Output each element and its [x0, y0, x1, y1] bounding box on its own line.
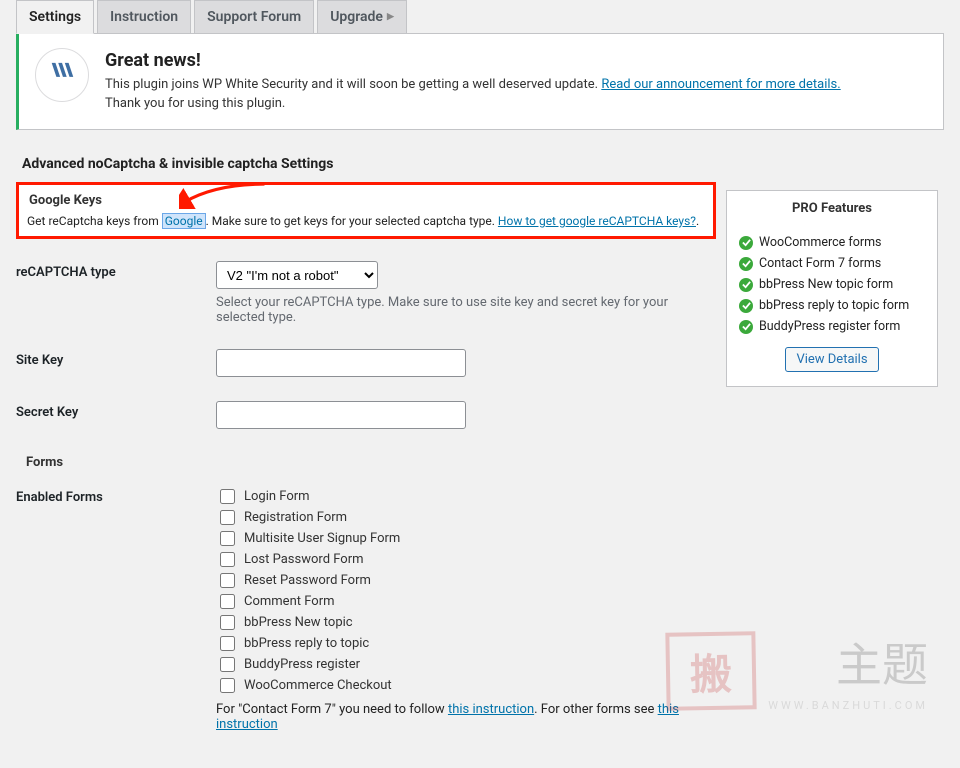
tab-upgrade[interactable]: Upgrade ▶ [317, 0, 407, 34]
check-icon [739, 236, 753, 250]
google-link[interactable]: Google [162, 213, 206, 229]
tab-support-forum[interactable]: Support Forum [194, 0, 314, 34]
enabled-form-checkbox[interactable] [220, 531, 235, 546]
banner-heading: Great news! [105, 50, 841, 71]
announcement-banner: Great news! This plugin joins WP White S… [16, 34, 944, 130]
enabled-form-checkbox[interactable] [220, 678, 235, 693]
site-key-label: Site Key [16, 337, 216, 389]
page-title: Advanced noCaptcha & invisible captcha S… [22, 156, 944, 172]
enabled-form-label: WooCommerce Checkout [244, 677, 392, 695]
tab-settings[interactable]: Settings [16, 0, 94, 34]
check-icon [739, 299, 753, 313]
enabled-form-label: Lost Password Form [244, 551, 364, 569]
how-to-get-keys-link[interactable]: How to get google reCAPTCHA keys? [498, 214, 696, 228]
enabled-form-label: Reset Password Form [244, 572, 371, 590]
enabled-form-label: Registration Form [244, 509, 347, 527]
enabled-form-label: Multisite User Signup Form [244, 530, 400, 548]
pro-feature-item: WooCommerce forms [739, 232, 925, 253]
enabled-form-option[interactable]: Multisite User Signup Form [216, 528, 716, 549]
enabled-form-option[interactable]: Comment Form [216, 591, 716, 612]
enabled-form-checkbox[interactable] [220, 636, 235, 651]
enabled-form-checkbox[interactable] [220, 573, 235, 588]
pro-feature-label: Contact Form 7 forms [759, 256, 881, 271]
tab-instruction[interactable]: Instruction [97, 0, 191, 34]
recaptcha-type-select[interactable]: V2 "I'm not a robot" [216, 261, 378, 289]
cf7-instruction-link[interactable]: this instruction [448, 702, 534, 717]
enabled-form-checkbox[interactable] [220, 657, 235, 672]
banner-line1: This plugin joins WP White Security and … [105, 77, 841, 92]
enabled-form-label: bbPress New topic [244, 614, 353, 632]
enabled-form-option[interactable]: WooCommerce Checkout [216, 675, 716, 696]
pro-feature-label: bbPress reply to topic form [759, 298, 909, 313]
plugin-logo-icon [35, 48, 89, 102]
recaptcha-type-label: reCAPTCHA type [16, 249, 216, 337]
enabled-form-checkbox[interactable] [220, 489, 235, 504]
announcement-link[interactable]: Read our announcement for more details. [601, 77, 840, 92]
enabled-form-checkbox[interactable] [220, 615, 235, 630]
settings-tabs: Settings Instruction Support Forum Upgra… [16, 0, 944, 34]
pro-feature-label: WooCommerce forms [759, 235, 882, 250]
enabled-form-label: bbPress reply to topic [244, 635, 369, 653]
enabled-form-option[interactable]: bbPress New topic [216, 612, 716, 633]
enabled-form-checkbox[interactable] [220, 510, 235, 525]
enabled-form-option[interactable]: BuddyPress register [216, 654, 716, 675]
enabled-form-option[interactable]: Lost Password Form [216, 549, 716, 570]
google-keys-text: Get reCaptcha keys from Google. Make sur… [27, 214, 703, 228]
secret-key-label: Secret Key [16, 389, 216, 441]
enabled-form-label: Login Form [244, 488, 310, 506]
banner-line2: Thank you for using this plugin. [105, 96, 841, 111]
pro-feature-item: bbPress reply to topic form [739, 295, 925, 316]
secret-key-input[interactable] [216, 401, 466, 429]
enabled-form-option[interactable]: Login Form [216, 486, 716, 507]
tab-upgrade-label: Upgrade [330, 9, 383, 25]
check-icon [739, 278, 753, 292]
pro-features-card: PRO Features WooCommerce forms Contact Fo… [726, 190, 938, 387]
enabled-forms-label: Enabled Forms [16, 474, 216, 744]
enabled-form-option[interactable]: Registration Form [216, 507, 716, 528]
pro-feature-label: bbPress New topic form [759, 277, 893, 292]
google-keys-callout: Google Keys Get reCaptcha keys from Goog… [16, 182, 716, 239]
pro-feature-label: BuddyPress register form [759, 319, 900, 334]
pro-features-heading: PRO Features [727, 201, 937, 222]
enabled-form-checkbox[interactable] [220, 594, 235, 609]
enabled-form-option[interactable]: Reset Password Form [216, 570, 716, 591]
pro-feature-item: BuddyPress register form [739, 316, 925, 337]
forms-heading: Forms [16, 441, 944, 474]
chevron-right-icon: ▶ [387, 12, 394, 22]
pro-feature-item: Contact Form 7 forms [739, 253, 925, 274]
check-icon [739, 257, 753, 271]
site-key-input[interactable] [216, 349, 466, 377]
enabled-form-checkbox[interactable] [220, 552, 235, 567]
check-icon [739, 320, 753, 334]
enabled-form-label: Comment Form [244, 593, 335, 611]
pro-feature-item: bbPress New topic form [739, 274, 925, 295]
google-keys-heading: Google Keys [29, 193, 703, 208]
recaptcha-type-desc: Select your reCAPTCHA type. Make sure to… [216, 295, 716, 325]
enabled-form-label: BuddyPress register [244, 656, 360, 674]
enabled-forms-note: For "Contact Form 7" you need to follow … [216, 702, 716, 732]
view-details-button[interactable]: View Details [785, 347, 878, 372]
enabled-form-option[interactable]: bbPress reply to topic [216, 633, 716, 654]
